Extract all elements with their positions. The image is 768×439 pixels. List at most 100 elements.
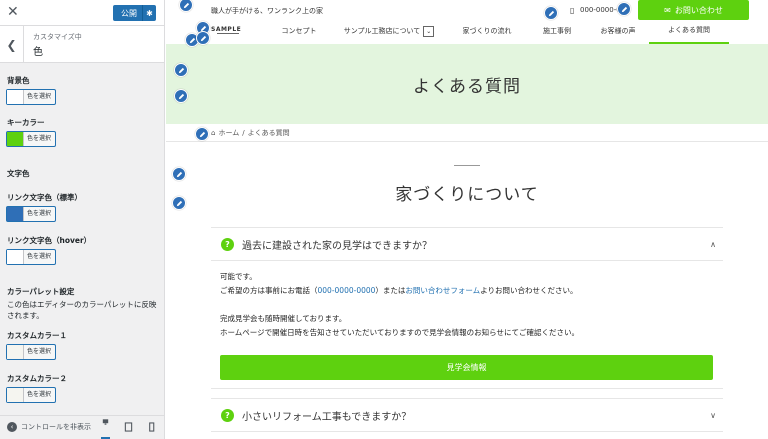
chevron-up-icon[interactable]: ∧ — [703, 240, 723, 249]
bg-color-button[interactable]: 色を選択 — [6, 89, 56, 105]
key-color-label: キーカラー — [7, 118, 45, 127]
contact-button[interactable]: ✉ お問い合わせ — [638, 0, 749, 20]
breadcrumb: ⌂ ホーム / よくある質問 — [211, 128, 290, 138]
faq-answer-1: 可能です。 ご希望の方は事前にお電話（000-0000-0000）またはお問い合… — [220, 270, 720, 340]
page-title: よくある質問 — [413, 76, 521, 97]
nav-item-works[interactable]: 施工事例 — [527, 18, 587, 44]
question-icon: ? — [221, 408, 234, 422]
custom-color-1-button[interactable]: 色を選択 — [6, 344, 56, 360]
site-preview: 職人が手がける、ワンランク上の家 ▯ 000-0000-0000 ✉ お問い合わ… — [166, 0, 768, 439]
link-color-label: リンク文字色（標準） — [7, 193, 82, 202]
nav-item-voice[interactable]: お客様の声 — [587, 18, 649, 44]
edit-shortcut-pencil-icon[interactable] — [617, 2, 631, 16]
mail-icon: ✉ — [664, 5, 671, 15]
divider — [454, 165, 480, 166]
chevron-down-icon[interactable]: ⌄ — [423, 25, 435, 37]
section-header: ❮ カスタマイズ中 色 — [0, 26, 164, 63]
publish-label[interactable]: 公開 — [113, 8, 142, 19]
color-select-label: 色を選択 — [27, 348, 52, 355]
global-nav: コンセプト サンプル工務店について ⌄ 家づくりの流れ 施工事例 お客様の声 よ… — [264, 18, 734, 44]
hide-controls-button[interactable]: コントロールを非表示 — [21, 422, 91, 432]
gear-icon[interactable]: ✱ — [142, 5, 156, 21]
customizer-top-bar: ✕ 公開 ✱ — [0, 0, 164, 26]
contact-button-label: お問い合わせ — [674, 5, 723, 15]
phone-link[interactable]: 000-0000-0000 — [318, 286, 376, 295]
edit-shortcut-pencil-icon[interactable] — [195, 127, 209, 141]
customizing-label: カスタマイズ中 — [33, 33, 82, 41]
palette-heading: カラーパレット設定 — [7, 287, 75, 296]
customizer-sidebar: ✕ 公開 ✱ ❮ カスタマイズ中 色 背景色 色を選択 キーカラー 色を選択 文… — [0, 0, 165, 439]
answer-text: ご希望の方は事前にお電話（ — [220, 286, 318, 295]
divider — [166, 141, 768, 142]
palette-note: この色はエディターのカラーパレットに反映されます。 — [7, 300, 157, 320]
edit-shortcut-pencil-icon[interactable] — [196, 31, 210, 45]
header-phone[interactable]: 000-0000-0000 — [580, 6, 620, 14]
open-house-button[interactable]: 見学会情報 — [220, 355, 713, 380]
section-title: 家づくりについて — [395, 185, 539, 205]
bg-color-label: 背景色 — [7, 76, 30, 85]
close-icon[interactable]: ✕ — [7, 4, 19, 20]
mobile-icon[interactable] — [147, 422, 156, 432]
answer-text: ）または — [375, 286, 406, 295]
link-color-button[interactable]: 色を選択 — [6, 206, 56, 222]
logo-underline — [217, 33, 239, 34]
key-color-button[interactable]: 色を選択 — [6, 131, 56, 147]
nav-item-faq[interactable]: よくある質問 — [649, 18, 729, 44]
color-select-label: 色を選択 — [27, 93, 52, 100]
color-swatch — [7, 132, 24, 146]
publish-button[interactable]: 公開 ✱ — [113, 5, 156, 21]
customizer-footer: ‹ コントロールを非表示 — [0, 415, 164, 439]
answer-line: 完成見学会も随時開催しております。 — [220, 314, 347, 323]
breadcrumb-home[interactable]: ホーム — [218, 128, 239, 138]
color-select-label: 色を選択 — [27, 391, 52, 398]
edit-shortcut-pencil-icon[interactable] — [174, 89, 188, 103]
section-title: 色 — [33, 47, 43, 58]
color-swatch — [7, 345, 24, 359]
breadcrumb-separator: / — [242, 129, 245, 137]
nav-item-about[interactable]: サンプル工務店について ⌄ — [334, 18, 444, 44]
edit-shortcut-pencil-icon[interactable] — [172, 196, 186, 210]
nav-item-about-label: サンプル工務店について — [343, 27, 421, 35]
chevron-down-icon[interactable]: ∨ — [703, 411, 723, 420]
color-swatch — [7, 90, 24, 104]
site-logo[interactable]: SAMPLE — [211, 26, 241, 33]
answer-text: よりお問い合わせください。 — [480, 286, 578, 295]
divider — [211, 388, 723, 389]
color-swatch — [7, 250, 24, 264]
answer-line: ご希望の方は事前にお電話（000-0000-0000）またはお問い合わせフォーム… — [220, 284, 720, 298]
desktop-icon[interactable] — [101, 419, 110, 439]
edit-shortcut-pencil-icon[interactable] — [172, 167, 186, 181]
link-hover-color-button[interactable]: 色を選択 — [6, 249, 56, 265]
link-hover-color-label: リンク文字色（hover） — [7, 236, 92, 245]
phone-icon: ▯ — [570, 6, 575, 15]
edit-shortcut-pencil-icon[interactable] — [544, 6, 558, 20]
faq-question-2[interactable]: ? 小さいリフォーム工事もできますか？ ∨ — [211, 398, 723, 432]
text-color-heading: 文字色 — [7, 169, 30, 178]
color-select-label: 色を選択 — [27, 253, 52, 260]
contact-form-link[interactable]: お問い合わせフォーム — [405, 286, 480, 295]
page-hero: よくある質問 — [166, 44, 768, 124]
answer-line: 可能です。 — [220, 272, 257, 281]
site-tagline: 職人が手がける、ワンランク上の家 — [211, 7, 323, 15]
breadcrumb-current: よくある質問 — [247, 129, 290, 137]
edit-shortcut-pencil-icon[interactable] — [174, 63, 188, 77]
tablet-icon[interactable] — [124, 422, 133, 432]
answer-line: ホームページで開催日時を告知させていただいておりますので見学会情報のお知らせにて… — [220, 328, 580, 337]
color-select-label: 色を選択 — [27, 135, 52, 142]
custom-color-2-button[interactable]: 色を選択 — [6, 387, 56, 403]
color-swatch — [7, 207, 24, 221]
faq-question-1[interactable]: ? 過去に建設された家の見学はできますか？ ∧ — [211, 227, 723, 261]
faq-question-text: 小さいリフォーム工事もできますか？ — [242, 411, 412, 423]
collapse-icon[interactable]: ‹ — [7, 422, 17, 432]
nav-item-flow[interactable]: 家づくりの流れ — [447, 18, 527, 44]
nav-item-concept[interactable]: コンセプト — [264, 18, 334, 44]
faq-question-text: 過去に建設された家の見学はできますか？ — [242, 240, 432, 252]
custom-color-1-label: カスタムカラー１ — [7, 331, 67, 340]
custom-color-2-label: カスタムカラー２ — [7, 374, 67, 383]
home-icon: ⌂ — [211, 129, 216, 137]
chevron-left-icon[interactable]: ❮ — [0, 26, 24, 63]
color-swatch — [7, 388, 24, 402]
color-select-label: 色を選択 — [27, 210, 52, 217]
question-icon: ? — [221, 237, 234, 251]
